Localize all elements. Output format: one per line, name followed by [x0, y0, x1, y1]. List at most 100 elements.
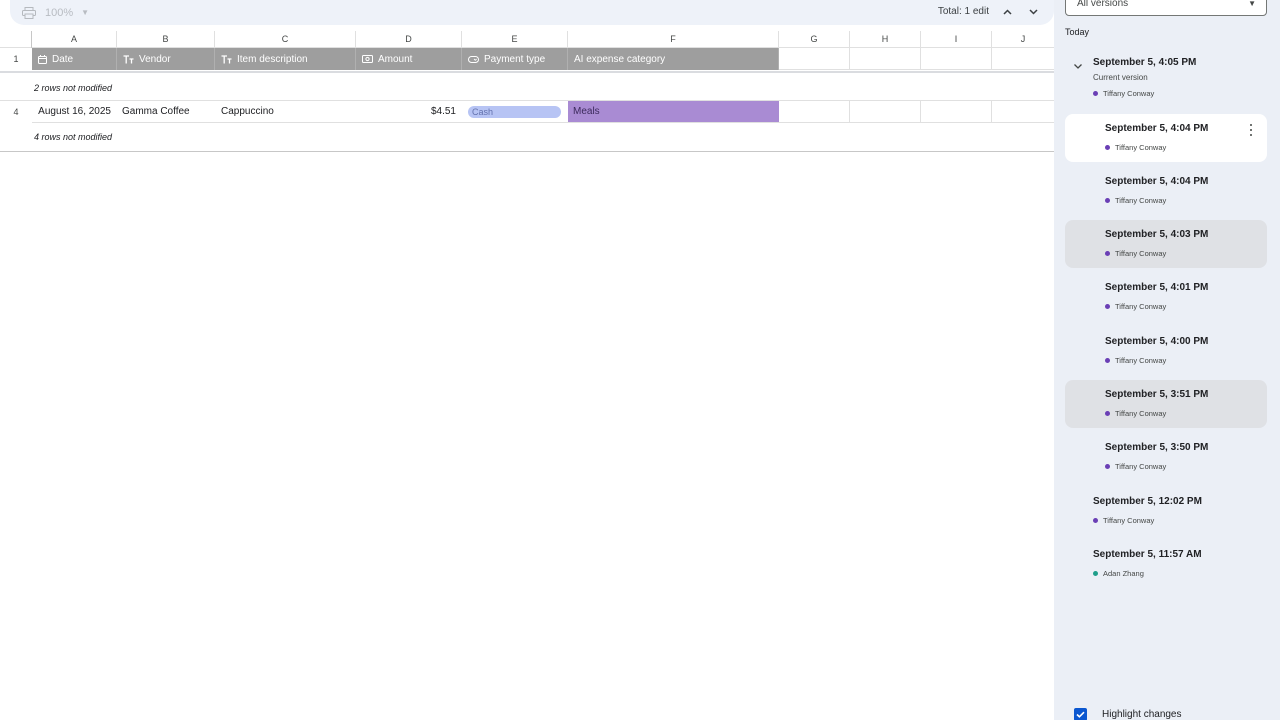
table-header-row: 1 Date Vendor Item description Amount Pa…: [0, 48, 1054, 70]
empty-cell[interactable]: [850, 48, 921, 70]
header-label: AI expense category: [574, 53, 666, 65]
version-item[interactable]: September 5, 4:00 PM Tiffany Conway: [1065, 327, 1267, 375]
version-history-app: 100% ▼ Total: 1 edit A B C D E F G H I J…: [0, 0, 1280, 720]
empty-cell[interactable]: [921, 48, 992, 70]
item-description-cell[interactable]: Cappuccino: [215, 101, 356, 123]
version-filter-value: All versions: [1077, 0, 1129, 9]
author-color-dot: [1105, 464, 1110, 469]
version-item[interactable]: September 5, 3:51 PM Tiffany Conway: [1065, 380, 1267, 428]
column-header-i[interactable]: I: [921, 31, 992, 48]
header-cell-vendor[interactable]: Vendor: [117, 48, 215, 70]
column-header-e[interactable]: E: [462, 31, 568, 48]
collapsed-rows-notice[interactable]: 2 rows not modified: [0, 71, 1054, 101]
column-header-g[interactable]: G: [779, 31, 850, 48]
row-number[interactable]: 4: [0, 101, 32, 123]
money-icon: [362, 55, 373, 63]
version-author: Tiffany Conway: [1105, 462, 1166, 471]
version-timestamp: September 5, 4:00 PM: [1105, 336, 1209, 347]
version-item[interactable]: September 5, 12:02 PM Tiffany Conway: [1065, 487, 1267, 535]
version-item[interactable]: September 5, 11:57 AM Adan Zhang: [1065, 540, 1267, 588]
zoom-caret-icon[interactable]: ▼: [81, 8, 89, 17]
empty-cell[interactable]: [921, 101, 992, 123]
version-author: Tiffany Conway: [1105, 356, 1166, 365]
author-color-dot: [1105, 198, 1110, 203]
author-name: Tiffany Conway: [1115, 302, 1167, 311]
ai-expense-category-cell[interactable]: Meals: [568, 101, 779, 123]
column-header-c[interactable]: C: [215, 31, 356, 48]
version-timestamp: September 5, 4:03 PM: [1105, 229, 1209, 240]
payment-type-cell[interactable]: Cash: [462, 101, 568, 123]
version-author: Tiffany Conway: [1105, 249, 1166, 258]
column-header-h[interactable]: H: [850, 31, 921, 48]
column-header-b[interactable]: B: [117, 31, 215, 48]
column-header-f[interactable]: F: [568, 31, 779, 48]
header-cell-date[interactable]: Date: [32, 48, 117, 70]
checkbox-checked-icon[interactable]: [1074, 708, 1087, 720]
author-name: Tiffany Conway: [1115, 143, 1167, 152]
collapsed-rows-notice[interactable]: 4 rows not modified: [0, 123, 1054, 152]
author-color-dot: [1093, 518, 1098, 523]
version-author: Tiffany Conway: [1105, 143, 1166, 152]
version-filter-dropdown[interactable]: All versions ▼: [1065, 0, 1267, 16]
version-author: Tiffany Conway: [1093, 516, 1154, 525]
author-color-dot: [1105, 304, 1110, 309]
header-cell-payment-type[interactable]: Payment type: [462, 48, 568, 70]
version-timestamp: September 5, 4:04 PM: [1105, 123, 1209, 134]
version-item-current[interactable]: September 5, 4:05 PM Current version Tif…: [1065, 48, 1267, 104]
version-timestamp: September 5, 11:57 AM: [1093, 549, 1202, 560]
current-version-label: Current version: [1093, 73, 1148, 82]
header-cell-item-description[interactable]: Item description: [215, 48, 356, 70]
author-color-dot: [1105, 251, 1110, 256]
zoom-level[interactable]: 100%: [45, 7, 73, 19]
column-header-a[interactable]: A: [32, 31, 117, 48]
print-icon[interactable]: [22, 6, 36, 19]
empty-cell[interactable]: [992, 48, 1054, 70]
select-all-corner[interactable]: [0, 31, 32, 48]
version-author: Tiffany Conway: [1105, 196, 1166, 205]
row-number[interactable]: 1: [0, 48, 32, 70]
author-color-dot: [1105, 411, 1110, 416]
spreadsheet-grid: A B C D E F G H I J 1 Date Vendor Item d…: [0, 31, 1054, 152]
collapse-chevron-icon[interactable]: [1073, 58, 1083, 69]
version-timestamp: September 5, 3:50 PM: [1105, 442, 1209, 453]
author-color-dot: [1093, 571, 1098, 576]
author-color-dot: [1105, 358, 1110, 363]
header-label: Date: [52, 53, 74, 65]
author-name: Adan Zhang: [1103, 569, 1144, 578]
version-item[interactable]: September 5, 4:04 PM Tiffany Conway: [1065, 167, 1267, 215]
column-header-j[interactable]: J: [992, 31, 1054, 48]
next-edit-button[interactable]: [1025, 4, 1041, 20]
author-name: Tiffany Conway: [1103, 516, 1155, 525]
calendar-icon: [38, 54, 47, 64]
empty-cell[interactable]: [779, 48, 850, 70]
empty-cell[interactable]: [779, 101, 850, 123]
author-name: Tiffany Conway: [1115, 249, 1167, 258]
vendor-cell[interactable]: Gamma Coffee: [117, 101, 215, 123]
previous-edit-button[interactable]: [999, 4, 1015, 20]
header-cell-ai-expense-category[interactable]: AI expense category: [568, 48, 779, 70]
more-options-icon[interactable]: [1249, 124, 1253, 136]
version-item[interactable]: September 5, 3:50 PM Tiffany Conway: [1065, 433, 1267, 481]
chevron-up-icon: [1002, 9, 1012, 15]
header-label: Payment type: [484, 53, 546, 65]
version-author: Tiffany Conway: [1105, 302, 1166, 311]
column-header-d[interactable]: D: [356, 31, 462, 48]
version-history-panel: All versions ▼ Today September 5, 4:05 P…: [1054, 0, 1280, 720]
highlight-changes-toggle[interactable]: Highlight changes: [1074, 708, 1182, 720]
version-author: Tiffany Conway: [1093, 89, 1154, 98]
author-name: Tiffany Conway: [1103, 89, 1155, 98]
version-item[interactable]: September 5, 4:01 PM Tiffany Conway: [1065, 273, 1267, 321]
author-color-dot: [1105, 145, 1110, 150]
empty-cell[interactable]: [992, 101, 1054, 123]
column-headers: A B C D E F G H I J: [0, 31, 1054, 48]
amount-cell[interactable]: $4.51: [356, 101, 462, 123]
header-cell-amount[interactable]: Amount: [356, 48, 462, 70]
author-name: Tiffany Conway: [1115, 409, 1167, 418]
dropdown-chip-icon: [468, 55, 479, 63]
date-cell[interactable]: August 16, 2025: [32, 101, 117, 123]
version-timestamp: September 5, 3:51 PM: [1105, 389, 1209, 400]
empty-cell[interactable]: [850, 101, 921, 123]
version-item[interactable]: September 5, 4:04 PM Tiffany Conway: [1065, 114, 1267, 162]
payment-type-chip[interactable]: Cash: [468, 106, 561, 118]
version-item[interactable]: September 5, 4:03 PM Tiffany Conway: [1065, 220, 1267, 268]
